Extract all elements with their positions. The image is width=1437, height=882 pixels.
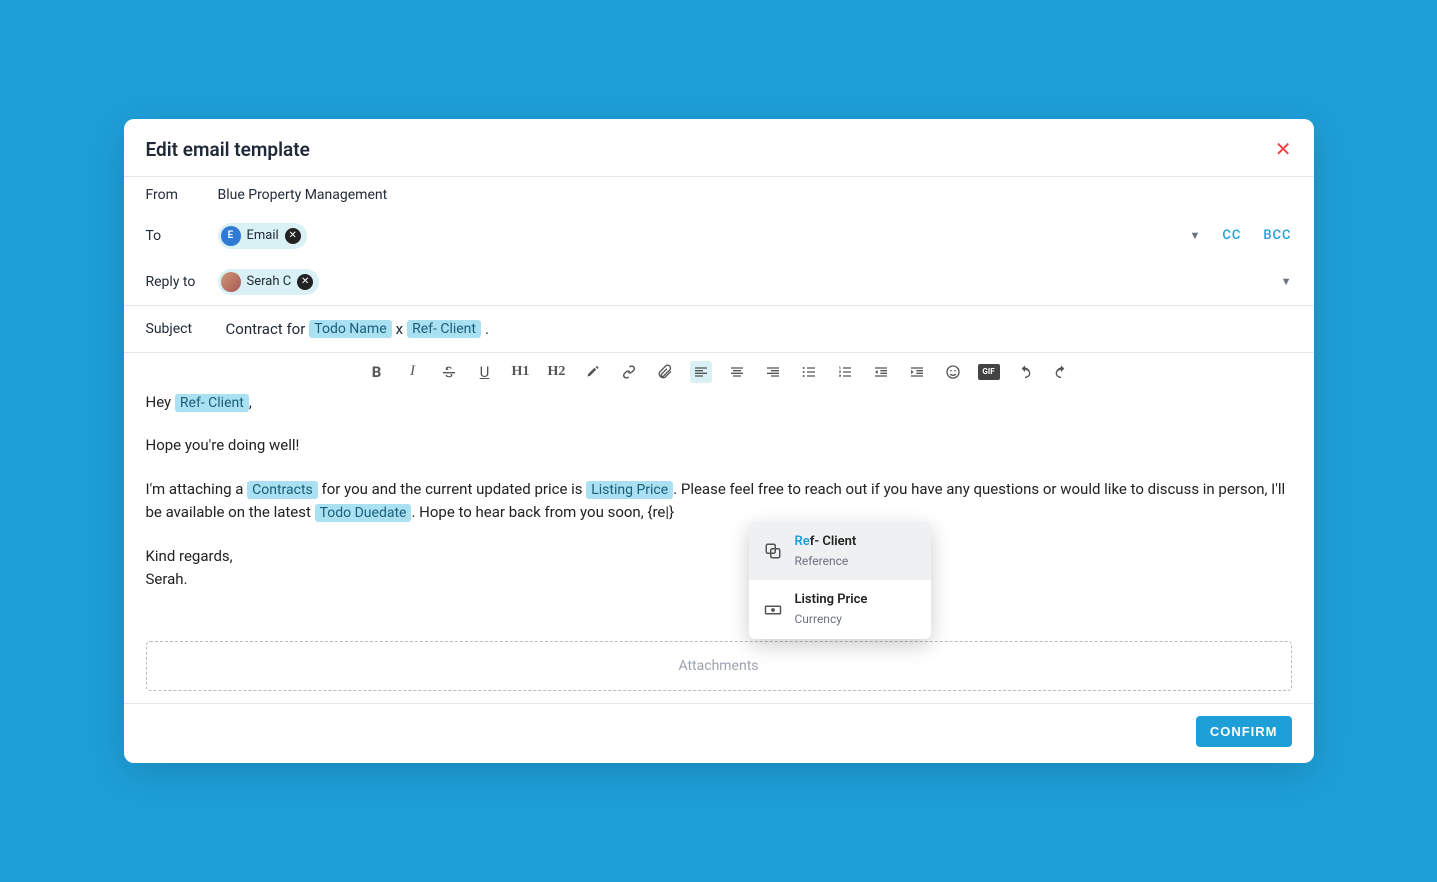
align-right-icon [765,364,781,380]
subject-row: Subject Contract for Todo Name x Ref- Cl… [124,305,1314,353]
confirm-button[interactable]: CONFIRM [1196,716,1292,747]
undo-button[interactable] [1014,361,1036,383]
reply-chip-text: Serah C [247,274,292,289]
bold-button[interactable]: B [366,361,388,383]
bcc-button[interactable]: BCC [1263,228,1291,243]
modal-footer: CONFIRM [124,703,1314,763]
reference-icon [763,541,783,561]
body-text: Kind regards, [146,545,1292,568]
h2-button[interactable]: H2 [546,361,568,383]
reply-to-field[interactable]: Serah C ✕ [218,269,1281,295]
numbered-list-button[interactable] [834,361,856,383]
reply-to-label: Reply to [146,274,218,290]
reply-chip-avatar [221,272,241,292]
highlight-icon [585,364,600,379]
indent-button[interactable] [906,361,928,383]
align-center-icon [729,364,745,380]
attachment-button[interactable] [654,361,676,383]
body-token-listing-price[interactable]: Listing Price [586,481,673,499]
gif-button[interactable]: GIF [978,364,1000,380]
indent-icon [909,364,925,380]
body-token-todo-duedate[interactable]: Todo Duedate [315,504,412,522]
body-text: Hope you're doing well! [146,434,1292,457]
redo-button[interactable] [1050,361,1072,383]
to-chip-avatar: E [221,226,241,246]
subject-token-todo-name[interactable]: Todo Name [309,320,391,338]
strikethrough-button[interactable] [438,361,460,383]
subject-text: . [485,320,489,338]
body-token-ref-client[interactable]: Ref- Client [175,394,249,412]
autocomplete-item-title: Ref- Client [795,532,857,552]
autocomplete-item-title: Listing Price [795,590,868,610]
outdent-button[interactable] [870,361,892,383]
subject-token-ref-client[interactable]: Ref- Client [407,320,481,338]
to-chip-remove[interactable]: ✕ [285,228,301,244]
bullet-list-button[interactable] [798,361,820,383]
autocomplete-item-subtitle: Reference [795,552,857,571]
editor-toolbar: B I U H1 H2 [124,353,1314,391]
modal-header: Edit email template ✕ [124,119,1314,177]
emoji-button[interactable] [942,361,964,383]
subject-input[interactable]: Contract for Todo Name x Ref- Client . [226,320,489,338]
bullet-list-icon [801,364,817,380]
to-row: To E Email ✕ ▼ CC BCC [124,213,1314,259]
email-body-editor[interactable]: Hey Ref- Client, Hope you're doing well!… [124,391,1314,632]
modal-title: Edit email template [146,138,310,161]
paperclip-icon [657,364,673,380]
align-center-button[interactable] [726,361,748,383]
edit-email-modal: Edit email template ✕ From Blue Property… [124,119,1314,764]
body-token-contracts[interactable]: Contracts [247,481,318,499]
subject-text: x [396,320,403,338]
outdent-icon [873,364,889,380]
body-text: I'm attaching a [146,480,248,498]
align-left-icon [693,364,709,380]
from-row: From Blue Property Management [124,177,1314,213]
italic-button[interactable]: I [402,361,424,383]
to-chip-text: Email [247,228,279,243]
highlight-button[interactable] [582,361,604,383]
subject-label: Subject [146,321,218,337]
body-text: . Hope to hear back from you soon, {re|} [411,503,674,521]
undo-icon [1016,364,1034,380]
to-label: To [146,228,218,244]
currency-icon [763,600,783,620]
to-field[interactable]: E Email ✕ [218,223,1190,249]
cc-button[interactable]: CC [1222,228,1241,243]
body-text: , [249,393,252,411]
body-text: for you and the current updated price is [318,480,586,498]
autocomplete-item-listing-price[interactable]: Listing Price Currency [749,580,931,639]
h1-button[interactable]: H1 [510,361,532,383]
body-text: Serah. [146,568,1292,591]
from-label: From [146,187,218,203]
subject-text: Contract for [226,320,306,338]
close-button[interactable]: ✕ [1275,137,1292,162]
reply-chip[interactable]: Serah C ✕ [218,269,320,295]
attachments-label: Attachments [678,658,758,674]
redo-icon [1052,364,1070,380]
reply-dropdown-caret[interactable]: ▼ [1281,275,1292,288]
autocomplete-item-ref-client[interactable]: Ref- Client Reference [749,522,931,581]
numbered-list-icon [837,364,853,380]
variable-autocomplete-popup: Ref- Client Reference Listing Price Curr… [749,522,931,639]
reply-to-row: Reply to Serah C ✕ ▼ [124,259,1314,305]
close-icon: ✕ [1275,139,1292,161]
underline-button[interactable]: U [474,361,496,383]
body-text: Hey [146,393,175,411]
link-icon [621,364,637,380]
reply-chip-remove[interactable]: ✕ [297,274,313,290]
autocomplete-item-subtitle: Currency [795,610,868,629]
emoji-icon [945,364,961,380]
strikethrough-icon [441,364,457,380]
align-left-button[interactable] [690,361,712,383]
from-value: Blue Property Management [218,187,1292,203]
to-chip[interactable]: E Email ✕ [218,223,307,249]
align-right-button[interactable] [762,361,784,383]
attachments-dropzone[interactable]: Attachments [146,641,1292,691]
link-button[interactable] [618,361,640,383]
to-dropdown-caret[interactable]: ▼ [1189,229,1200,242]
